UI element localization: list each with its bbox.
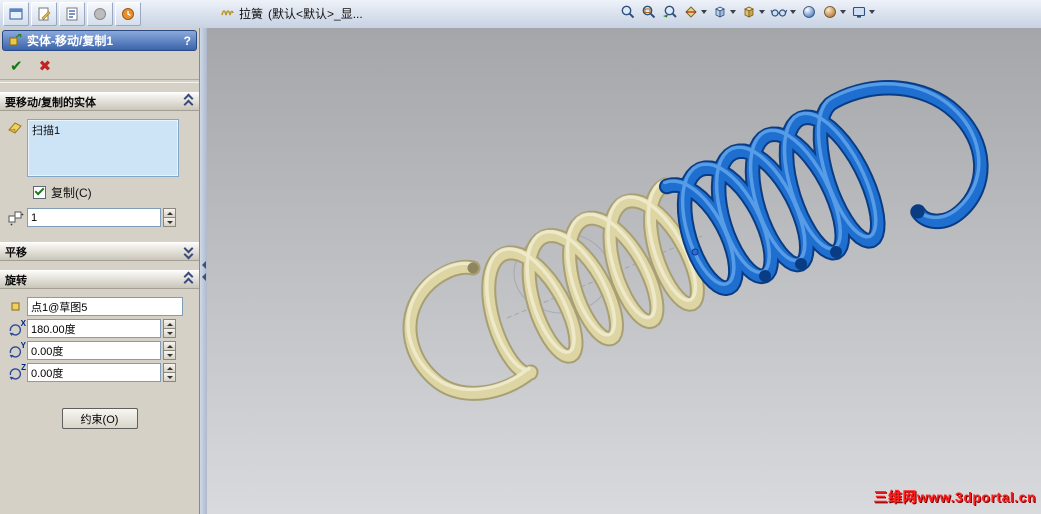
- rotate-x-input[interactable]: [27, 319, 161, 338]
- spring-blue-coil-shadow: [830, 246, 842, 258]
- panel-collapse-handle[interactable]: [200, 28, 207, 514]
- view-settings-icon[interactable]: [849, 3, 877, 21]
- ok-button[interactable]: ✔: [10, 57, 23, 75]
- divider: [0, 79, 199, 83]
- spring-yellow-end-cap: [467, 262, 479, 274]
- copies-count-input[interactable]: [27, 208, 161, 227]
- top-toolbar: 拉簧 (默认<默认>_显...: [0, 0, 1041, 29]
- standard-toolbar: [3, 2, 141, 26]
- section-title: 要移动/复制的实体: [5, 96, 97, 109]
- spring-blue-body: [660, 82, 987, 295]
- checkbox-checked-icon: [33, 185, 46, 199]
- section-translate: 平移: [0, 242, 199, 261]
- viewport-3d[interactable]: 三维网www.3dportal.cn: [207, 28, 1041, 514]
- rotate-z-spinner[interactable]: [163, 363, 176, 382]
- dropdown-caret: [790, 10, 796, 14]
- apply-scene-icon[interactable]: [820, 3, 848, 21]
- selected-body-item[interactable]: 扫描1: [29, 121, 177, 139]
- view-orientation-icon[interactable]: [710, 3, 738, 21]
- section-header-rotate[interactable]: 旋转: [0, 270, 199, 289]
- document-report-icon[interactable]: [59, 2, 85, 26]
- spring-model-canvas: [402, 80, 989, 401]
- property-manager-title: 实体-移动/复制1: [27, 34, 114, 48]
- help-button[interactable]: ?: [184, 34, 191, 48]
- rotate-z-input[interactable]: [27, 363, 161, 382]
- rotation-origin-icon: [3, 299, 27, 314]
- feature-name: 拉簧: [239, 7, 264, 21]
- zoom-area-icon[interactable]: [639, 3, 659, 21]
- number-of-copies-icon: [3, 209, 27, 226]
- section-bodies: 要移动/复制的实体 扫描1 复制(C): [0, 92, 199, 233]
- spring-blue-end-cap: [911, 205, 925, 219]
- rotate-z-icon: Z: [3, 363, 27, 381]
- dropdown-caret: [869, 10, 875, 14]
- property-manager-title-bar: 实体-移动/复制1 ?: [2, 30, 197, 51]
- rotate-y-input[interactable]: [27, 341, 161, 360]
- heads-up-view-toolbar: [618, 3, 877, 21]
- collapse-arrow-icon: [198, 261, 206, 269]
- rotate-y-icon: Y: [3, 341, 27, 359]
- spring-blue-coil-shadow: [759, 270, 771, 282]
- section-title: 旋转: [5, 274, 27, 287]
- dropdown-caret: [701, 10, 707, 14]
- zoom-fit-icon[interactable]: [618, 3, 638, 21]
- orange-clock-icon[interactable]: [115, 2, 141, 26]
- rotate-x-spinner[interactable]: [163, 319, 176, 338]
- feature-spring-icon: [220, 5, 234, 22]
- solidworks-window: 拉簧 (默认<默认>_显... 实体-移动/复制1 ? ✔ ✖ 要移动/复制的实…: [0, 0, 1041, 514]
- collapse-chevron-icon: [183, 271, 194, 287]
- window-icon[interactable]: [3, 2, 29, 26]
- hide-show-items-icon[interactable]: [768, 3, 798, 21]
- bodies-selection-list[interactable]: 扫描1: [27, 119, 179, 177]
- section-view-icon[interactable]: [681, 3, 709, 21]
- gray-sphere-icon[interactable]: [87, 2, 113, 26]
- constraint-button[interactable]: 约束(O): [61, 408, 138, 429]
- dropdown-caret: [730, 10, 736, 14]
- cancel-button[interactable]: ✖: [39, 57, 52, 75]
- rotation-origin-input[interactable]: [27, 297, 183, 316]
- confirm-toolbar: ✔ ✖: [0, 53, 199, 78]
- collapse-chevron-icon: [183, 93, 194, 109]
- configuration-label: (默认<默认>_显...: [268, 7, 363, 21]
- dropdown-caret: [840, 10, 846, 14]
- spring-blue-coil-shadow: [795, 258, 807, 270]
- watermark: 三维网www.3dportal.cn: [873, 489, 1036, 505]
- section-header-translate[interactable]: 平移: [0, 242, 199, 261]
- expand-chevron-icon: [183, 243, 194, 259]
- rotate-y-spinner[interactable]: [163, 341, 176, 360]
- selected-point-marker: [691, 248, 699, 256]
- collapse-arrow-icon: [198, 273, 206, 281]
- previous-view-icon[interactable]: [660, 3, 680, 21]
- dropdown-caret: [759, 10, 765, 14]
- display-style-icon[interactable]: [739, 3, 767, 21]
- copies-spinner[interactable]: [163, 208, 176, 227]
- document-edit-icon[interactable]: [31, 2, 57, 26]
- section-header-bodies[interactable]: 要移动/复制的实体: [0, 92, 199, 111]
- document-label: 拉簧 (默认<默认>_显...: [220, 5, 363, 22]
- solid-body-icon: [3, 119, 27, 137]
- move-copy-body-icon: [8, 32, 23, 50]
- section-rotate: 旋转 X: [0, 270, 199, 388]
- edit-appearance-icon[interactable]: [799, 3, 819, 21]
- rotate-x-icon: X: [3, 319, 27, 337]
- copy-checkbox[interactable]: 复制(C): [33, 184, 191, 201]
- section-title: 平移: [5, 246, 27, 259]
- copy-checkbox-label: 复制(C): [51, 186, 92, 200]
- property-manager-panel: 实体-移动/复制1 ? ✔ ✖ 要移动/复制的实体 扫描1 复制(C) 1 平移…: [0, 28, 200, 514]
